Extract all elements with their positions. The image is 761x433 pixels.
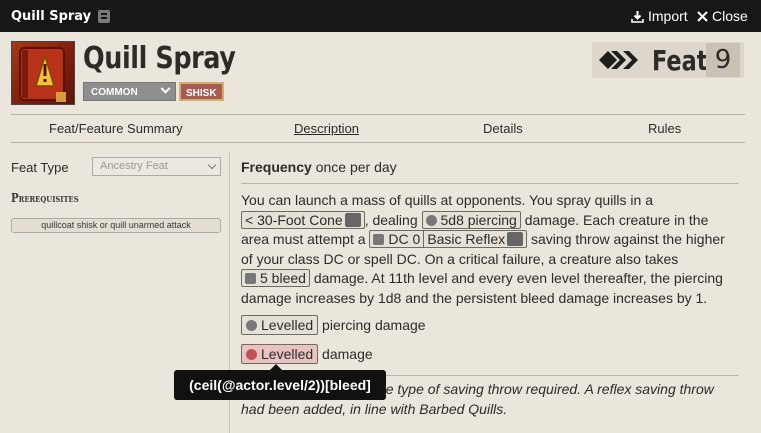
feat-type-select[interactable]: Ancestry Feat [92,157,221,176]
levelled-row: Levelled piercing damage [241,315,426,336]
formula-tooltip: (ceil(@actor.level/2))[bleed] [174,364,386,400]
d20-icon [246,349,257,360]
area-template-link[interactable]: < 30-Foot Cone [241,210,365,229]
close-label: Close [712,8,748,24]
cone-label: 30-Foot Cone [257,211,343,228]
description-text: You can launch a mass of quills at oppon… [241,191,739,308]
import-label: Import [648,8,688,24]
chevron-down-icon [160,83,171,94]
tab-rules[interactable]: Rules [648,121,681,136]
item-sheet-window: Quill Spray Import Close Quill Spray COM… [0,0,761,433]
item-type-label: Feat [652,44,708,77]
feat-name[interactable]: Quill Spray [83,41,236,76]
rarity-value: COMMON [91,87,138,98]
feat-type-label: Feat Type [11,160,69,175]
trait-tag[interactable]: SHISK [179,82,224,101]
chevron-down-icon [207,160,217,170]
chat-bubble-icon[interactable] [344,212,361,227]
close-icon [697,10,708,22]
levelled-label: Levelled [261,317,314,333]
calculator-icon [245,273,256,284]
prerequisite-tag[interactable]: quillcoat shisk or quill unarmed attack [11,218,221,233]
sheet-tabs: Feat/Feature Summary Description Details… [11,114,745,143]
item-type-panel: Feat 9 [592,42,744,78]
levelled-suffix: damage [322,346,373,362]
desc-text: , dealing [364,211,418,228]
desc-text: damage. At 11th level and every even lev… [241,270,723,306]
bleed-label: 5 bleed [260,270,306,286]
levelled-bleed-button[interactable]: Levelled [241,344,319,364]
feat-portrait-image[interactable] [11,41,75,105]
d20-icon [425,214,437,226]
section-divider [241,183,739,184]
import-button[interactable]: Import [631,8,688,24]
tab-details[interactable]: Details [483,121,523,136]
desc-text: You can launch a mass of quills at oppon… [241,192,653,208]
levelled-piercing-button[interactable]: Levelled [241,315,319,335]
prerequisites-heading: Prerequisites [11,191,79,205]
sheet-header: Quill Spray COMMON SHISK Feat 9 [0,32,761,112]
book-warning-icon [19,47,66,102]
chevron-left-icon: < [245,211,254,228]
action-arrows-icon [599,51,638,69]
saving-throw-link[interactable]: DC 0 Basic Reflex [369,230,528,248]
running-figure-icon [373,234,385,245]
levelled-suffix: piercing damage [322,317,426,333]
frequency-line: Frequency once per day [241,158,397,178]
rarity-select[interactable]: COMMON [83,82,176,101]
save-label: Basic Reflex [427,231,506,247]
document-id-icon[interactable] [98,9,111,23]
window-title: Quill Spray [11,8,92,24]
close-button[interactable]: Close [697,8,748,24]
feat-type-value: Ancestry Feat [100,160,168,172]
frequency-value: once per day [315,159,397,175]
window-titlebar[interactable]: Quill Spray Import Close [0,0,761,32]
d20-icon [246,320,257,331]
tab-description[interactable]: Description [294,121,359,136]
frequency-label: Frequency [241,159,312,175]
bleed-roll-link[interactable]: 5 bleed [241,269,310,287]
chat-bubble-icon[interactable] [507,232,524,246]
levelled-label: Levelled [261,346,314,362]
tab-feat-summary[interactable]: Feat/Feature Summary [49,121,183,136]
download-icon [631,10,644,23]
dc-label: DC 0 [388,231,421,247]
levelled-row: Levelled damage [241,344,373,365]
level-input[interactable]: 9 [706,43,740,77]
damage-label: 5d8 piercing [440,211,517,228]
damage-roll-link[interactable]: 5d8 piercing [421,210,521,229]
